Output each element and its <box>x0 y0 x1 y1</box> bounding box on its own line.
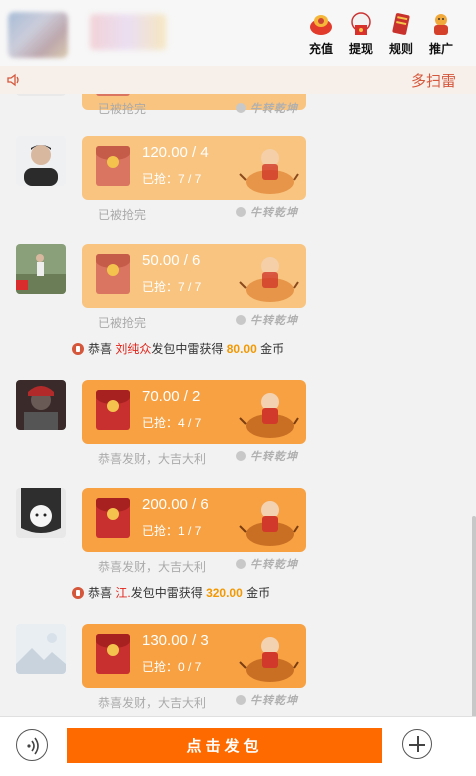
ox-mascot-icon <box>239 637 299 682</box>
packet-grabbed: 已抢：1 / 7 <box>142 524 202 538</box>
red-packet-card[interactable]: 200.00 / 6 已抢：1 / 7 <box>82 488 306 552</box>
bottom-bar: 点击发包 <box>0 716 476 776</box>
withdraw-button[interactable]: 提现 <box>346 10 376 57</box>
red-envelope-icon <box>96 634 130 674</box>
packet-status: 恭喜发财，大吉大利 <box>98 560 207 574</box>
red-packet-card[interactable]: 120.00 / 4 已抢：7 / 7 <box>82 136 306 200</box>
user-avatar-blurred <box>8 12 68 58</box>
watermark-logo: 牛转乾坤 <box>236 448 298 464</box>
packet-grabbed: 已抢：7 / 7 <box>142 172 202 186</box>
red-envelope-icon <box>96 390 130 430</box>
watermark-logo: 牛转乾坤 <box>236 692 298 708</box>
packet-status: 恭喜发财，大吉大利 <box>98 696 207 710</box>
packet-amount: 70.00 / 2 <box>142 388 201 405</box>
withdraw-icon <box>347 10 375 38</box>
packet-amount: 120.00 / 4 <box>142 144 209 161</box>
red-packet-card[interactable]: 50.00 / 6 已抢：7 / 7 <box>82 244 306 308</box>
ox-mascot-icon <box>239 149 299 194</box>
notice-bar: 多扫雷 <box>0 66 476 94</box>
packet-status: 已被抢完 <box>98 316 147 330</box>
multi-sweep-link[interactable]: 多扫雷 <box>411 70 456 91</box>
avatar <box>16 380 66 430</box>
system-message: 恭喜 江.发包中雷获得 320.00 金币 <box>72 584 270 601</box>
watermark-logo: 牛转乾坤 <box>236 204 298 220</box>
recharge-button[interactable]: 充值 <box>306 10 336 57</box>
red-envelope-icon <box>96 254 130 294</box>
bomb-icon <box>72 343 84 355</box>
rules-icon <box>387 10 415 38</box>
voice-button[interactable] <box>16 729 48 761</box>
avatar <box>16 624 66 674</box>
ox-mascot-icon <box>239 257 299 302</box>
bomb-icon <box>72 587 84 599</box>
system-message: 恭喜 刘纯众发包中雷获得 80.00 金币 <box>72 340 284 357</box>
packet-grabbed: 已抢：0 / 7 <box>142 660 202 674</box>
top-bar: 充值 提现 规则 推广 <box>0 0 476 66</box>
red-packet-card[interactable]: 130.00 / 3 已抢：0 / 7 <box>82 624 306 688</box>
voice-icon <box>27 737 39 755</box>
red-envelope-icon <box>96 146 130 186</box>
chat-list: 已抢：7 / 7 已被抢完 牛转乾坤 120.00 / 4 已抢：7 / 7 已… <box>0 66 476 716</box>
plus-icon[interactable] <box>402 729 432 759</box>
winner-name[interactable]: 刘纯众 <box>115 342 151 356</box>
recharge-icon <box>307 10 335 38</box>
watermark-logo: 牛转乾坤 <box>236 312 298 328</box>
packet-grabbed: 已抢：4 / 7 <box>142 416 202 430</box>
packet-amount: 130.00 / 3 <box>142 632 209 649</box>
packet-grabbed: 已抢：7 / 7 <box>142 280 202 294</box>
speaker-icon[interactable] <box>6 72 22 88</box>
watermark-logo: 牛转乾坤 <box>236 556 298 572</box>
watermark-logo: 牛转乾坤 <box>236 100 298 116</box>
send-red-packet-button[interactable]: 点击发包 <box>67 728 382 763</box>
rules-button[interactable]: 规则 <box>386 10 416 57</box>
scrollbar-thumb[interactable] <box>472 516 476 716</box>
packet-status: 恭喜发财，大吉大利 <box>98 452 207 466</box>
packet-amount: 200.00 / 6 <box>142 496 209 513</box>
promote-icon <box>427 10 455 38</box>
promote-button[interactable]: 推广 <box>426 10 456 57</box>
avatar <box>16 136 66 186</box>
ox-mascot-icon <box>239 393 299 438</box>
avatar <box>16 488 66 538</box>
user-name-blurred <box>90 14 166 50</box>
avatar <box>16 244 66 294</box>
winner-name[interactable]: 江. <box>115 586 130 600</box>
ox-mascot-icon <box>239 501 299 546</box>
packet-amount: 50.00 / 6 <box>142 252 201 269</box>
packet-status: 已被抢完 <box>98 208 147 222</box>
red-envelope-icon <box>96 498 130 538</box>
red-packet-card[interactable]: 70.00 / 2 已抢：4 / 7 <box>82 380 306 444</box>
packet-status: 已被抢完 <box>98 102 147 116</box>
top-actions: 充值 提现 规则 推广 <box>306 10 456 57</box>
